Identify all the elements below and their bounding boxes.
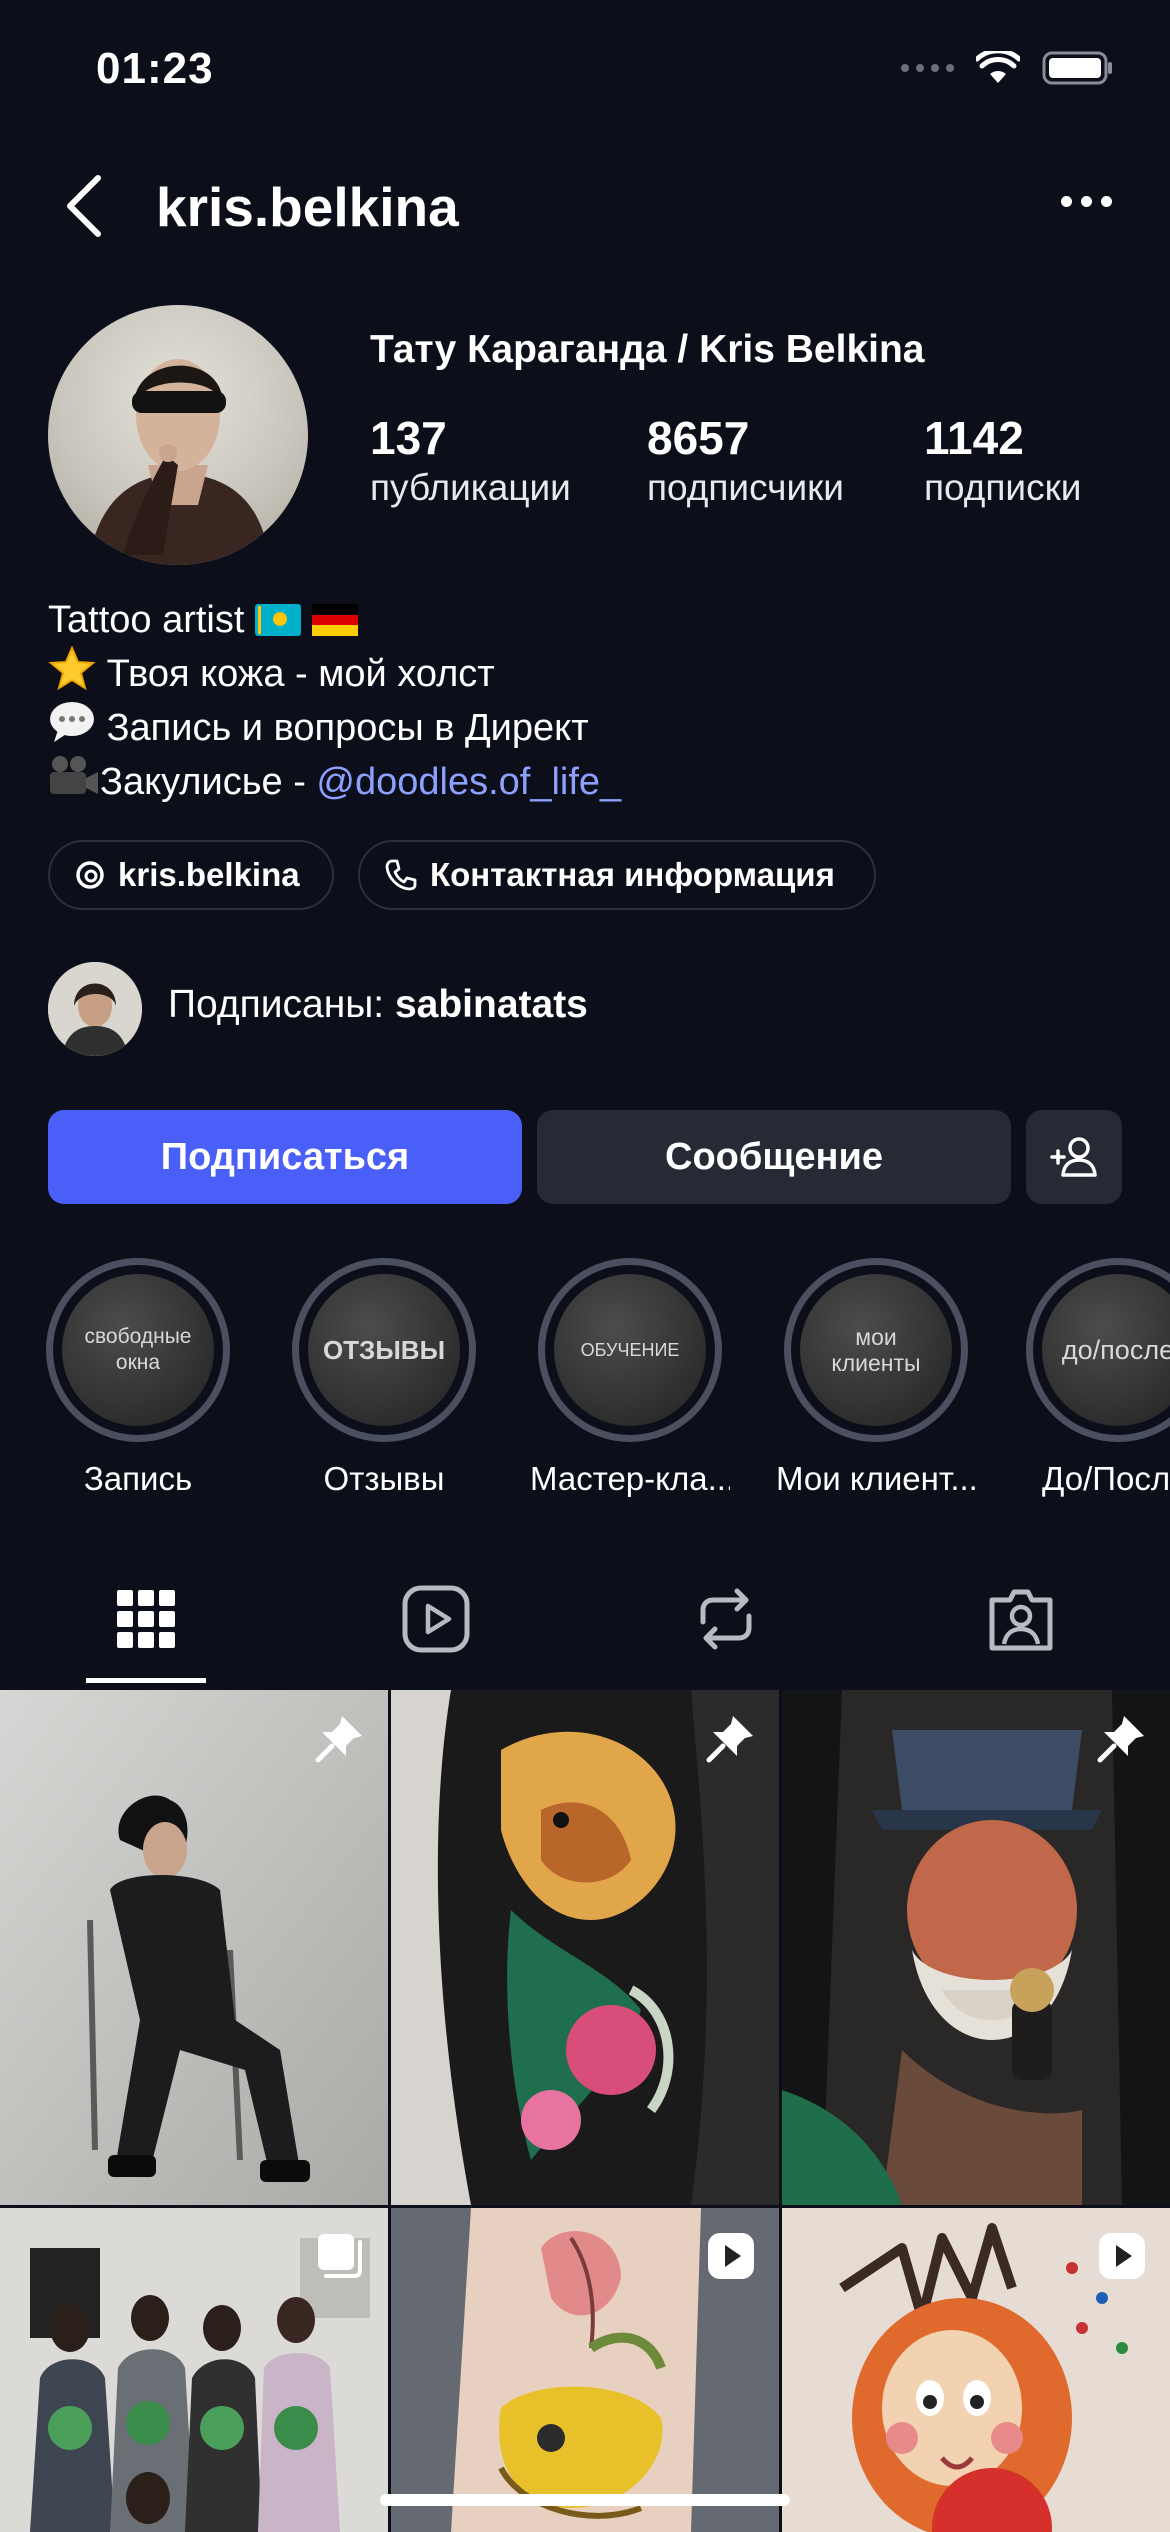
bio-line-3-text: Запись и вопросы в Директ [106,707,589,749]
germany-flag-icon [311,604,358,636]
post-thumbnail[interactable] [0,1690,388,2205]
posts-count-value: 137 [370,412,447,464]
bio-line-4-text: Закулисье - [100,761,317,803]
following-count[interactable]: 1142 подписки [924,410,1081,510]
status-icons [901,50,1114,86]
followers-count-value: 8657 [647,412,750,464]
highlight-zapis[interactable]: свободные окна Запись [38,1258,238,1498]
highlight-caption: Мои клиент... [776,1460,976,1497]
pin-icon [706,1716,753,1763]
kazakhstan-flag-icon [254,604,301,636]
followed-by-avatar[interactable] [48,962,142,1056]
threads-profile-chip[interactable]: kris.belkina [48,840,334,910]
cellular-signal-icon [901,64,954,72]
status-time: 01:23 [96,44,214,93]
highlight-cover: ОТЗЫВЫ [308,1274,460,1426]
highlight-master-class[interactable]: ОБУЧЕНИЕ Мастер-кла... [530,1258,730,1498]
add-person-icon [1050,1137,1097,1177]
tagged-icon[interactable] [984,1582,1058,1656]
movie-camera-icon [50,756,98,794]
highlight-caption: Мастер-кла... [530,1460,730,1497]
contact-chip-label: Контактная информация [430,856,835,893]
profile-avatar[interactable] [48,305,308,565]
phone-icon [385,859,417,891]
highlight-cover: мои клиенты [800,1274,952,1426]
speech-bubble-icon [50,702,94,742]
suggest-people-button[interactable] [1026,1110,1122,1204]
back-chevron-icon[interactable] [60,172,108,240]
reels-icon[interactable] [399,1582,473,1656]
more-options-icon[interactable] [1061,196,1112,207]
posts-count-label: публикации [370,467,571,508]
highlight-caption: До/Посл [1042,1460,1170,1497]
followed-by-text[interactable]: Подписаны: sabinatats [168,983,588,1027]
threads-icon [76,861,104,889]
reel-icon [708,2233,754,2279]
threads-chip-label: kris.belkina [118,856,300,893]
profile-username: kris.belkina [156,176,459,238]
profile-bio: Tattoo artist Твоя кожа - мой холст Запи… [48,595,621,808]
bio-line-1: Tattoo artist [48,595,621,646]
pin-icon [315,1716,362,1763]
highlight-ring: до/после [1026,1258,1170,1442]
posts-count[interactable]: 137 публикации [370,410,571,510]
carousel-icon [318,2234,362,2278]
reel-icon [1099,2233,1145,2279]
post-thumbnail[interactable] [391,1690,779,2205]
highlight-cover: ОБУЧЕНИЕ [554,1274,706,1426]
bio-line-2-text: Твоя кожа - мой холст [106,653,495,695]
highlight-ring: ОБУЧЕНИЕ [538,1258,722,1442]
highlight-caption: Отзывы [323,1460,445,1497]
post-thumbnail[interactable] [0,2208,388,2532]
wifi-icon [976,51,1020,83]
followed-by-username: sabinatats [394,983,588,1026]
contact-info-chip[interactable]: Контактная информация [358,840,876,910]
bio-line-2: Твоя кожа - мой холст [48,646,621,700]
message-button[interactable]: Сообщение [537,1110,1011,1204]
highlight-ring: мои клиенты [784,1258,968,1442]
followers-count[interactable]: 8657 подписчики [647,410,844,510]
highlight-cover: свободные окна [62,1274,214,1426]
highlight-my-clients[interactable]: мои клиенты Мои клиент... [776,1258,976,1498]
pin-icon [1097,1716,1144,1763]
highlight-ring: ОТЗЫВЫ [292,1258,476,1442]
followed-by-prefix: Подписаны: [168,983,395,1026]
followers-count-label: подписчики [647,467,844,508]
post-thumbnail[interactable] [391,2208,779,2532]
active-tab-indicator [86,1678,206,1683]
bio-line-4: Закулисье - @doodles.of_life_ [48,754,621,808]
reposts-icon[interactable] [689,1582,763,1656]
highlight-caption: Запись [83,1460,193,1497]
star-icon [48,646,96,690]
highlight-cover: до/после [1042,1274,1170,1426]
highlight-otzyvy[interactable]: ОТЗЫВЫ Отзывы [284,1258,484,1498]
grid-icon[interactable] [109,1582,183,1656]
highlight-before-after[interactable]: до/после До/Посл [1022,1258,1170,1498]
bio-line-3: Запись и вопросы в Директ [48,700,621,754]
highlight-ring: свободные окна [46,1258,230,1442]
profile-full-name: Тату Караганда / Kris Belkina [370,328,925,371]
post-thumbnail[interactable] [782,2208,1170,2532]
follow-button[interactable]: Подписаться [48,1110,522,1204]
bio-line-1-text: Tattoo artist [48,599,245,641]
bio-mention-link[interactable]: @doodles.of_life_ [316,761,621,803]
following-count-value: 1142 [924,412,1024,464]
home-indicator[interactable] [380,2494,790,2506]
battery-icon [1042,51,1112,85]
following-count-label: подписки [924,467,1082,508]
post-thumbnail[interactable] [782,1690,1170,2205]
